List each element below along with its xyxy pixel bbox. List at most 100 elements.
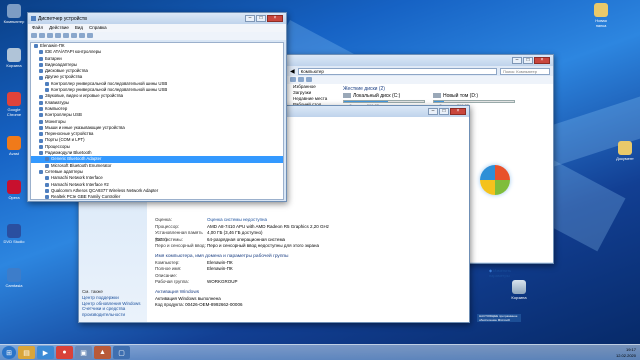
devmgr-window-controls: – □ × bbox=[245, 15, 283, 22]
device-icon bbox=[39, 63, 43, 68]
tree-node[interactable]: Realtek PCIe GBE Family Controller bbox=[31, 194, 283, 199]
device-icon bbox=[39, 50, 43, 55]
device-icon bbox=[45, 163, 49, 168]
change-params-label: Изменить параметры bbox=[489, 268, 512, 278]
drive-name: Новый том (D:) bbox=[443, 93, 478, 99]
explorer-window-controls: – □ × bbox=[512, 57, 550, 64]
maximize-button[interactable]: □ bbox=[439, 108, 449, 115]
explorer-toolbar bbox=[287, 76, 553, 84]
properties-icon[interactable] bbox=[47, 33, 53, 38]
device-tree: Elenawin-ПК IDE ATA/ATAPI контроллеры Бата… bbox=[30, 42, 284, 200]
paint-icon: ▲ bbox=[99, 349, 106, 356]
recycle-bin-image bbox=[512, 280, 526, 294]
recycle-bin-label: Корзина bbox=[511, 295, 527, 300]
view-icon[interactable] bbox=[306, 77, 312, 82]
organize-icon[interactable] bbox=[290, 77, 296, 82]
monitor-icon: ▢ bbox=[118, 349, 125, 357]
media-icon: ▶ bbox=[42, 349, 49, 357]
desktop-icon-label: Camtasia bbox=[5, 283, 23, 288]
device-manager-window[interactable]: Диспетчер устройств – □ × Файл Действие Ви… bbox=[27, 12, 287, 202]
explorer-address-row: ◀ Компьютер Поиск: Компьютер bbox=[287, 66, 553, 76]
device-icon bbox=[39, 144, 43, 149]
menu-item[interactable]: Вид bbox=[75, 25, 83, 31]
device-icon bbox=[45, 176, 49, 181]
device-icon bbox=[45, 188, 49, 193]
forward-icon[interactable] bbox=[39, 33, 45, 38]
info-value: WORKGROUP bbox=[207, 279, 238, 284]
desktop-icon[interactable]: Avast bbox=[3, 136, 25, 156]
system-window-controls: – □ × bbox=[428, 108, 466, 115]
clock-date: 12.02.2020 bbox=[615, 352, 636, 358]
scan-icon[interactable] bbox=[63, 33, 69, 38]
minimize-button[interactable]: – bbox=[428, 108, 438, 115]
desktop-icon[interactable]: Opera bbox=[3, 180, 25, 200]
computer-name-rows: Компьютер: Elenawin-ПК Полное имя: Elenawin… bbox=[155, 260, 461, 286]
back-icon[interactable]: ◀ bbox=[290, 68, 295, 75]
desktop-icon[interactable]: Google Chrome bbox=[3, 92, 25, 117]
desktop-icon[interactable]: Компьютер bbox=[3, 4, 25, 24]
change-params-link[interactable]: ◆ Изменить параметры bbox=[489, 268, 519, 278]
info-key: Рабочая группа: bbox=[155, 279, 189, 284]
address-bar[interactable]: Компьютер bbox=[297, 67, 497, 75]
taskbar-start-button[interactable]: ⊞ bbox=[2, 346, 16, 359]
genuine-badge[interactable]: НАСТОЯЩЕЕ программное обеспечение Micros… bbox=[477, 314, 521, 322]
desktop-icon[interactable]: Корзина bbox=[3, 48, 25, 68]
desktop-icon-image bbox=[7, 4, 21, 18]
devmgr-toolbar bbox=[28, 32, 286, 40]
desktop-icon-label: DVD Studio bbox=[3, 239, 25, 244]
taskbar-chrome-button[interactable]: ● bbox=[56, 346, 73, 359]
device-icon bbox=[39, 75, 43, 80]
properties-icon[interactable] bbox=[298, 77, 304, 82]
device-icon bbox=[39, 170, 43, 175]
close-button[interactable]: × bbox=[534, 57, 550, 64]
taskbar-devmgr-button[interactable]: ▣ bbox=[75, 346, 92, 359]
desktop-icon-image bbox=[7, 224, 21, 238]
recycle-bin-icon[interactable]: Корзина bbox=[508, 280, 530, 300]
close-button[interactable]: × bbox=[267, 15, 283, 22]
desktop-icon[interactable]: DVD Studio bbox=[3, 224, 25, 244]
info-value: Перо и сенсорный ввод недоступны для это… bbox=[207, 243, 320, 248]
taskbar-explorer-button[interactable]: ▤ bbox=[18, 346, 35, 359]
menu-item[interactable]: Файл bbox=[32, 25, 43, 31]
system-clock[interactable]: 19:17 12.02.2020 bbox=[616, 347, 636, 358]
info-row: Рабочая группа: WORKGROUP bbox=[155, 279, 461, 286]
disable-icon[interactable] bbox=[79, 33, 85, 38]
maximize-button[interactable]: □ bbox=[256, 15, 266, 22]
taskbar: ⊞ ▤ ▶ ● ▣ ▲ ▢ 19:17 12.02.2020 bbox=[0, 344, 640, 360]
devmgr-titlebar[interactable]: Диспетчер устройств – □ × bbox=[28, 13, 286, 24]
see-also-title: См. также bbox=[82, 289, 103, 294]
desktop-icon-label: Компьютер bbox=[3, 19, 25, 24]
hard-drive-icon bbox=[343, 93, 351, 99]
desktop-icon[interactable]: Новая папка bbox=[590, 3, 612, 28]
device-icon bbox=[39, 126, 43, 130]
explorer-titlebar[interactable]: – □ × bbox=[287, 55, 553, 66]
taskbar-monitor-button[interactable]: ▢ bbox=[113, 346, 130, 359]
activation-section-title: Активация Windows bbox=[155, 289, 200, 295]
menu-item[interactable]: Действие bbox=[49, 25, 69, 31]
devmgr-title: Диспетчер устройств bbox=[38, 15, 87, 22]
taskbar-paint-button[interactable]: ▲ bbox=[94, 346, 111, 359]
desktop-icon-label: Google Chrome bbox=[6, 107, 22, 117]
device-icon bbox=[39, 69, 43, 74]
computer-name-section-title: Имя компьютера, имя домена и параметры р… bbox=[155, 253, 289, 259]
maximize-button[interactable]: □ bbox=[523, 57, 533, 64]
desktop-icon[interactable]: Camtasia bbox=[3, 268, 25, 288]
back-icon[interactable] bbox=[31, 33, 37, 38]
folder-icon bbox=[594, 3, 608, 17]
menu-item[interactable]: Справка bbox=[89, 25, 107, 31]
minimize-button[interactable]: – bbox=[245, 15, 255, 22]
close-button[interactable]: × bbox=[450, 108, 466, 115]
info-value: Elenawin-ПК bbox=[207, 266, 233, 271]
desktop-icon-image bbox=[7, 48, 21, 62]
search-input[interactable]: Поиск: Компьютер bbox=[500, 67, 550, 75]
taskbar-media-button[interactable]: ▶ bbox=[37, 346, 54, 359]
see-also-link[interactable]: Счетчики и средства производительности bbox=[82, 306, 147, 317]
desktop-icon-label: Документ bbox=[616, 156, 634, 161]
uninstall-icon[interactable] bbox=[87, 33, 93, 38]
help-icon[interactable] bbox=[55, 33, 61, 38]
desktop-icon[interactable]: Документ bbox=[614, 141, 636, 161]
device-icon bbox=[39, 94, 43, 99]
device-icon bbox=[39, 138, 43, 143]
update-driver-icon[interactable] bbox=[71, 33, 77, 38]
minimize-button[interactable]: – bbox=[512, 57, 522, 64]
